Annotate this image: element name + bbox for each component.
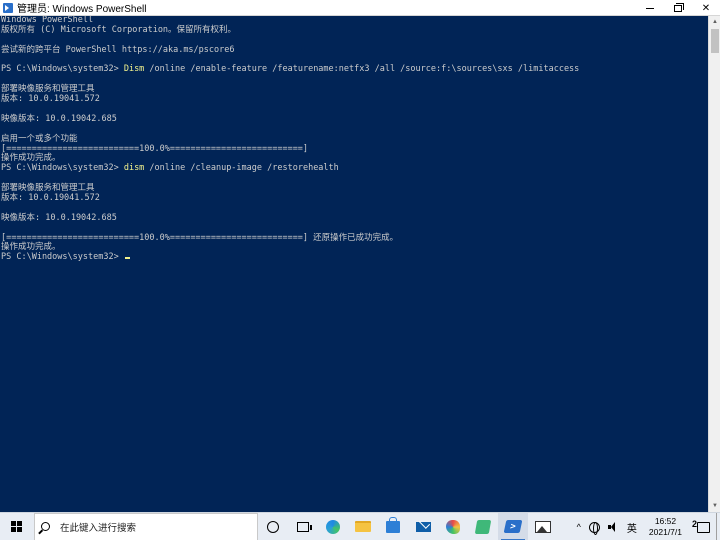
clock-date: 2021/7/1 — [648, 527, 682, 537]
taskbar-app-button[interactable] — [378, 513, 408, 540]
close-button[interactable]: ✕ — [692, 0, 720, 16]
scroll-thumb[interactable] — [711, 29, 719, 53]
sticky-notes-icon — [474, 519, 492, 534]
console-line: 映像版本: 10.0.19042.685 — [1, 212, 117, 223]
console-output[interactable]: Windows PowerShell 版权所有 (C) Microsoft Cor… — [0, 16, 708, 512]
taskbar-search-box[interactable]: 在此键入进行搜索 — [34, 512, 258, 540]
powershell-app-icon[interactable] — [3, 2, 13, 13]
console-line: 版本: 10.0.19041.572 — [1, 94, 100, 105]
search-icon — [41, 522, 50, 531]
console-line: PS C:\Windows\system32> dism /online /cl… — [0, 163, 708, 174]
taskbar-app-button[interactable] — [288, 513, 318, 540]
system-tray: ^ 英 16:52 2021/7/1 2 — [573, 513, 720, 540]
input-method-button[interactable]: 英 — [623, 513, 641, 540]
console-prompt: PS C:\Windows\system32> — [1, 252, 124, 263]
volume-button[interactable] — [604, 513, 623, 540]
chevron-up-icon: ^ — [576, 522, 581, 532]
windows-logo-icon — [11, 520, 23, 533]
pinned-apps: > — [258, 512, 558, 540]
console-prompt: PS C:\Windows\system32> — [1, 64, 124, 75]
task-view-icon — [297, 521, 312, 532]
clock-time: 16:52 — [654, 516, 677, 526]
file-explorer-icon — [355, 521, 371, 532]
notification-count: 2 — [692, 519, 698, 529]
restore-icon — [674, 2, 684, 12]
network-globe-icon — [588, 521, 600, 535]
console-arguments: /online /enable-feature /featurename:net… — [144, 64, 580, 75]
console-line: PS C:\Windows\system32> Dism /online /en… — [0, 65, 708, 75]
scroll-down-icon[interactable]: ▼ — [709, 500, 720, 512]
console-arguments: /online /cleanup-image /restorehealth — [144, 163, 339, 174]
taskbar-app-button[interactable] — [318, 513, 348, 540]
network-button[interactable] — [585, 513, 604, 540]
store-icon — [386, 516, 400, 533]
taskbar-app-button[interactable] — [468, 513, 498, 540]
notification-icon — [696, 521, 710, 533]
action-center-button[interactable]: 2 — [690, 513, 716, 540]
console-line: PS C:\Windows\system32> — [0, 252, 708, 263]
console-line: 尝试新的跨平台 PowerShell https://aka.ms/pscore… — [1, 44, 235, 55]
clock-button[interactable]: 16:52 2021/7/1 — [641, 513, 690, 540]
taskbar-app-button[interactable] — [348, 513, 378, 540]
paint-icon — [446, 519, 460, 534]
vertical-scrollbar[interactable]: ▲ ▼ — [708, 16, 720, 512]
console-line: 版本: 10.0.19041.572 — [1, 193, 100, 204]
taskbar: 在此键入进行搜索 > ^ 英 16:52 2021/7/1 2 — [0, 512, 720, 540]
console-line: 版权所有 (C) Microsoft Corporation。保留所有权利。 — [1, 24, 237, 35]
show-hidden-icons-button[interactable]: ^ — [573, 513, 585, 540]
ime-label: 英 — [626, 523, 637, 535]
edge-icon — [326, 519, 340, 534]
start-button[interactable] — [0, 513, 34, 540]
console-line: 部署映像服务和管理工具 — [1, 84, 95, 95]
maximize-button[interactable] — [664, 0, 692, 16]
close-icon: ✕ — [701, 2, 711, 14]
show-desktop-button[interactable] — [716, 513, 720, 540]
scroll-up-icon[interactable]: ▲ — [709, 16, 720, 28]
console-prompt: PS C:\Windows\system32> — [1, 163, 124, 174]
taskbar-app-button[interactable] — [528, 513, 558, 540]
photos-icon — [535, 520, 551, 533]
minimize-icon — [646, 7, 654, 9]
text-cursor — [124, 257, 130, 260]
taskbar-app-button[interactable] — [258, 513, 288, 540]
taskbar-app-button[interactable] — [408, 513, 438, 540]
console-line: 部署映像服务和管理工具 — [1, 183, 95, 194]
taskbar-app-button[interactable] — [438, 513, 468, 540]
powershell-icon: > — [503, 520, 523, 533]
console-command: Dism — [123, 64, 145, 75]
console-line: 映像版本: 10.0.19042.685 — [1, 113, 117, 124]
title-bar[interactable]: 管理员: Windows PowerShell ✕ — [0, 0, 720, 16]
minimize-button[interactable] — [636, 0, 664, 16]
speaker-icon — [607, 522, 619, 532]
console-line: [==========================100.0%=======… — [1, 232, 399, 243]
mail-icon — [415, 521, 431, 532]
console-line: [==========================100.0%=======… — [1, 143, 309, 154]
search-placeholder: 在此键入进行搜索 — [60, 522, 137, 534]
cortana-icon — [267, 520, 279, 533]
taskbar-app-button[interactable]: > — [498, 512, 528, 540]
window-title: 管理员: Windows PowerShell — [17, 4, 147, 15]
console-command: dism — [123, 163, 145, 174]
window-controls: ✕ — [636, 0, 720, 16]
